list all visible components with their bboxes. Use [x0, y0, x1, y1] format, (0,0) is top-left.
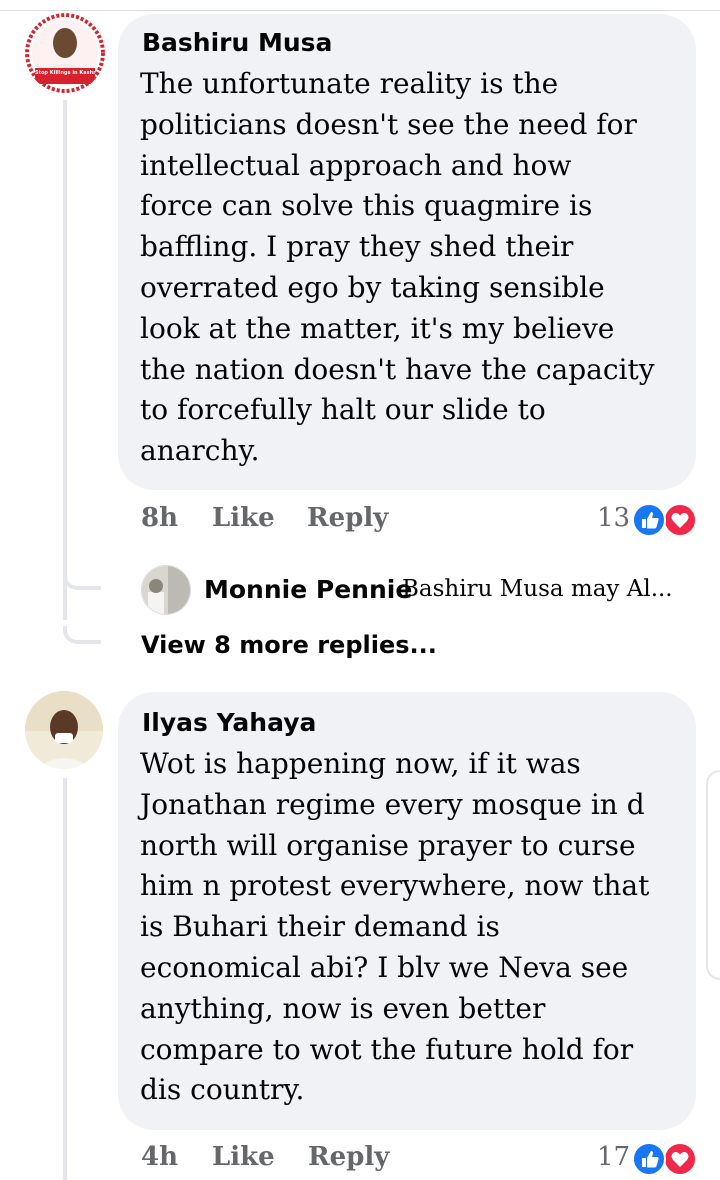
reply-snippet[interactable]: Bashiru Musa may Al...: [402, 576, 673, 602]
comment-line: intellectual approach and how: [140, 148, 572, 182]
reaction-count[interactable]: 17: [597, 1142, 630, 1172]
comment-line: economical abi? I blv we Neva see: [140, 950, 629, 984]
like-icon[interactable]: [632, 503, 666, 537]
comment-line: anything, now is even better: [140, 991, 546, 1025]
comment-time[interactable]: 8h: [141, 503, 178, 533]
reply-button[interactable]: Reply: [307, 503, 388, 533]
like-button[interactable]: Like: [212, 503, 275, 533]
comment-line: compare to wot the future hold for: [140, 1032, 634, 1066]
avatar[interactable]: Stop Killings in Kashmir: [25, 13, 105, 93]
like-button[interactable]: Like: [212, 1142, 275, 1172]
comment-author[interactable]: Bashiru Musa: [142, 28, 332, 57]
reply-button[interactable]: Reply: [308, 1142, 389, 1172]
avatar-caption: Stop Killings in Kashmir: [35, 70, 95, 76]
thread-line: [63, 778, 67, 1180]
comment-time[interactable]: 4h: [141, 1142, 178, 1172]
comment-line: the nation doesn't have the capacity: [140, 352, 655, 386]
love-icon[interactable]: [663, 503, 697, 537]
scrollbar[interactable]: [706, 770, 720, 980]
comment-line: him n protest everywhere, now that: [140, 869, 650, 903]
comment-line: overrated ego by taking sensible: [140, 270, 605, 304]
comment-line: Jonathan regime every mosque in d: [140, 787, 645, 821]
comment-text: Wot is happening now, if it was Jonathan…: [140, 744, 649, 1111]
comment-line: politicians doesn't see the need for: [140, 107, 637, 141]
thread-branch: [63, 626, 101, 644]
comment-bubble: Ilyas Yahaya Wot is happening now, if it…: [118, 692, 696, 1130]
comment-line: baffling. I pray they shed their: [140, 230, 574, 264]
comment-line: The unfortunate reality is the: [140, 67, 559, 100]
comment-bubble: Bashiru Musa The unfortunate reality is …: [118, 14, 696, 490]
like-icon[interactable]: [632, 1142, 666, 1176]
reply-author[interactable]: Monnie Pennie: [204, 575, 412, 604]
comment-line: force can solve this quagmire is: [140, 189, 593, 223]
comment-text: The unfortunate reality is the politicia…: [140, 64, 655, 472]
comment-author[interactable]: Ilyas Yahaya: [142, 708, 316, 737]
avatar[interactable]: [25, 691, 103, 769]
reply-avatar[interactable]: [141, 565, 191, 615]
comment-line: anarchy.: [140, 434, 260, 468]
reaction-count[interactable]: 13: [597, 503, 630, 533]
comment-line: Wot is happening now, if it was: [140, 747, 581, 780]
comment-line: to forcefully halt our slide to: [140, 393, 546, 427]
love-icon[interactable]: [663, 1142, 697, 1176]
view-more-replies-link[interactable]: View 8 more replies...: [141, 631, 437, 659]
comment-line: dis country.: [140, 1073, 305, 1107]
thread-line: [63, 100, 67, 620]
comment-line: north will organise prayer to curse: [140, 828, 636, 862]
top-divider: [0, 0, 720, 11]
thread-branch: [63, 572, 101, 590]
comment-line: look at the matter, it's my believe: [140, 311, 615, 345]
comment-line: is Buhari their demand is: [140, 910, 500, 944]
